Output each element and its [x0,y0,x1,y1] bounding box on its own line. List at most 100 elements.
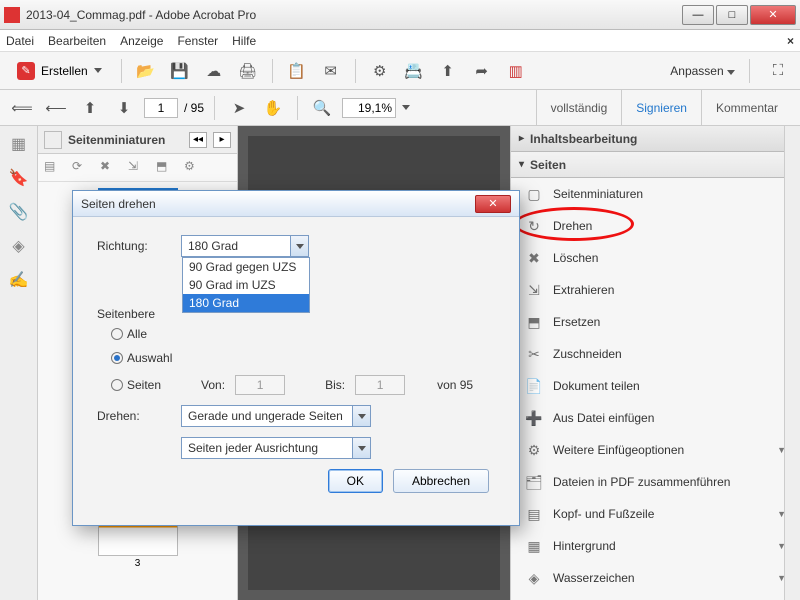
pages-item-drehen[interactable]: ↻Drehen [511,210,800,242]
send-button[interactable]: ➦ [468,57,496,85]
window-titlebar: 2013-04_Commag.pdf - Adobe Acrobat Pro —… [0,0,800,30]
close-doc-button[interactable]: × [787,34,794,48]
thumb-tool-3[interactable]: ✖ [100,159,118,177]
toolbar-nav: ⟸ ⟵ ⬆ ⬇ / 95 ➤ ✋ 🔍 vollständig Signieren… [0,90,800,126]
item-label: Drehen [553,219,592,233]
prev-page-button[interactable]: ⟵ [42,94,70,122]
pages-item-kopf-und-fu-zeile[interactable]: ▤Kopf- und Fußzeile▼ [511,498,800,530]
layers-rail-icon[interactable]: ◈ [9,236,29,256]
minimize-button[interactable]: — [682,5,714,25]
page-up-button[interactable]: ⬆ [76,94,104,122]
thumbnails-list[interactable]: 1 2 3 [38,182,237,600]
item-label: Ersetzen [553,315,600,329]
attach-rail-icon[interactable]: 📎 [9,202,29,222]
pages-item-extrahieren[interactable]: ⇲ Extrahieren [511,274,800,306]
item-label: Kopf- und Fußzeile [553,507,654,521]
close-button[interactable]: ✕ [750,5,796,25]
item-icon: ◈ [525,569,543,587]
section-pages[interactable]: ▾Seiten [511,152,800,178]
tab-sign[interactable]: Signieren [621,90,701,125]
item-icon: ▦ [525,537,543,555]
item-icon: ⬒ [525,313,543,331]
page-number-input[interactable] [144,98,178,118]
left-rail: ▦ 🔖 📎 ◈ ✍ [0,126,38,600]
menu-bar: Datei Bearbeiten Anzeige Fenster Hilfe × [0,30,800,52]
document-view[interactable] [238,126,510,600]
thumbnail-page[interactable]: 2 [98,322,178,422]
thumbnails-icon [44,131,62,149]
thumbnails-rail-icon[interactable]: ▦ [9,134,29,154]
save-button[interactable]: 💾 [166,57,194,85]
thumbnail-page[interactable]: 1 [98,188,178,288]
item-icon: ⇲ [525,281,543,299]
pages-item-aus-datei-einf-gen[interactable]: ➕Aus Datei einfügen [511,402,800,434]
menu-file[interactable]: Datei [6,34,34,48]
thumb-tool-4[interactable]: ⇲ [128,159,146,177]
pages-item-dateien-in-pdf-zusammenf-hren[interactable]: 🗂 Dateien in PDF zusammenführen [511,466,800,498]
customize-button[interactable]: Anpassen [670,64,735,78]
pages-item-wasserzeichen[interactable]: ◈Wasserzeichen▼ [511,562,800,594]
section-content-editing[interactable]: ▸Inhaltsbearbeitung [511,126,800,152]
thumb-tool-5[interactable]: ⬒ [156,159,174,177]
mail-button[interactable]: ✉ [317,57,345,85]
item-label: Seitenminiaturen [553,187,643,201]
create-button[interactable]: ✎ Erstellen [8,57,111,85]
pages-item-seitenminiaturen[interactable]: ▢ Seitenminiaturen [511,178,800,210]
thumb-tool-1[interactable]: ▤ [44,159,62,177]
tab-comment[interactable]: Kommentar [701,90,792,125]
menu-window[interactable]: Fenster [177,34,218,48]
item-icon: 🗂 [525,473,543,491]
item-icon: ✂ [525,345,543,363]
maximize-button[interactable]: □ [716,5,748,25]
menu-view[interactable]: Anzeige [120,34,163,48]
item-label: Weitere Einfügeoptionen [553,443,684,457]
pages-item-zuschneiden[interactable]: ✂Zuschneiden [511,338,800,370]
item-icon: ▤ [525,505,543,523]
create-label: Erstellen [41,64,88,78]
item-label: Dateien in PDF zusammenführen [553,475,730,489]
menu-help[interactable]: Hilfe [232,34,256,48]
item-icon: ⚙ [525,441,543,459]
pages-item-dokument-teilen[interactable]: 📄Dokument teilen [511,370,800,402]
export-button[interactable]: ⬆ [434,57,462,85]
thumb-tool-2[interactable]: ⟳ [72,159,90,177]
menu-edit[interactable]: Bearbeiten [48,34,106,48]
page-total-label: / 95 [184,101,204,115]
pages-item-ersetzen[interactable]: ⬒ Ersetzen [511,306,800,338]
print-button[interactable]: 🖨 [234,57,262,85]
tab-fullsearch[interactable]: vollständig [536,90,622,125]
app-icon [4,7,20,23]
toolbar-main: ✎ Erstellen 📂 💾 ☁ 🖨 📋 ✉ ⚙ 📇 ⬆ ➦ ▥ Anpass… [0,52,800,90]
page-down-button[interactable]: ⬇ [110,94,138,122]
pages-item-weitere-einf-geoptionen[interactable]: ⚙Weitere Einfügeoptionen▼ [511,434,800,466]
fullscreen-button[interactable]: ⛶ [764,57,792,85]
thumbnails-panel-title: Seitenminiaturen [68,133,183,147]
scrollbar[interactable] [784,126,800,600]
item-label: Löschen [553,251,598,265]
thumbnails-next[interactable]: ▸ [213,132,231,148]
color-button[interactable]: ▥ [502,57,530,85]
tools-panel: ▸Inhaltsbearbeitung ▾Seiten ▢ Seitenminia… [510,126,800,600]
item-icon: ▢ [525,185,543,203]
window-title: 2013-04_Commag.pdf - Adobe Acrobat Pro [26,8,682,22]
zoom-dropdown-icon[interactable] [402,105,410,110]
zoom-input[interactable] [342,98,396,118]
open-button[interactable]: 📂 [132,57,160,85]
item-label: Dokument teilen [553,379,640,393]
hand-tool[interactable]: ✋ [259,94,287,122]
first-page-button[interactable]: ⟸ [8,94,36,122]
cloud-button[interactable]: ☁ [200,57,228,85]
pages-item-hintergrund[interactable]: ▦Hintergrund▼ [511,530,800,562]
select-tool[interactable]: ➤ [225,94,253,122]
item-label: Extrahieren [553,283,614,297]
bookmark-rail-icon[interactable]: 🔖 [9,168,29,188]
thumb-tool-6[interactable]: ⚙ [184,159,202,177]
thumbnail-page[interactable]: 3 [98,456,178,556]
gear-button[interactable]: ⚙ [366,57,394,85]
clipboard-button[interactable]: 📋 [283,57,311,85]
print2-button[interactable]: 📇 [400,57,428,85]
pages-item-l-schen[interactable]: ✖Löschen [511,242,800,274]
zoom-tool[interactable]: 🔍 [308,94,336,122]
thumbnails-prev[interactable]: ◂◂ [189,132,207,148]
sign-rail-icon[interactable]: ✍ [9,270,29,290]
